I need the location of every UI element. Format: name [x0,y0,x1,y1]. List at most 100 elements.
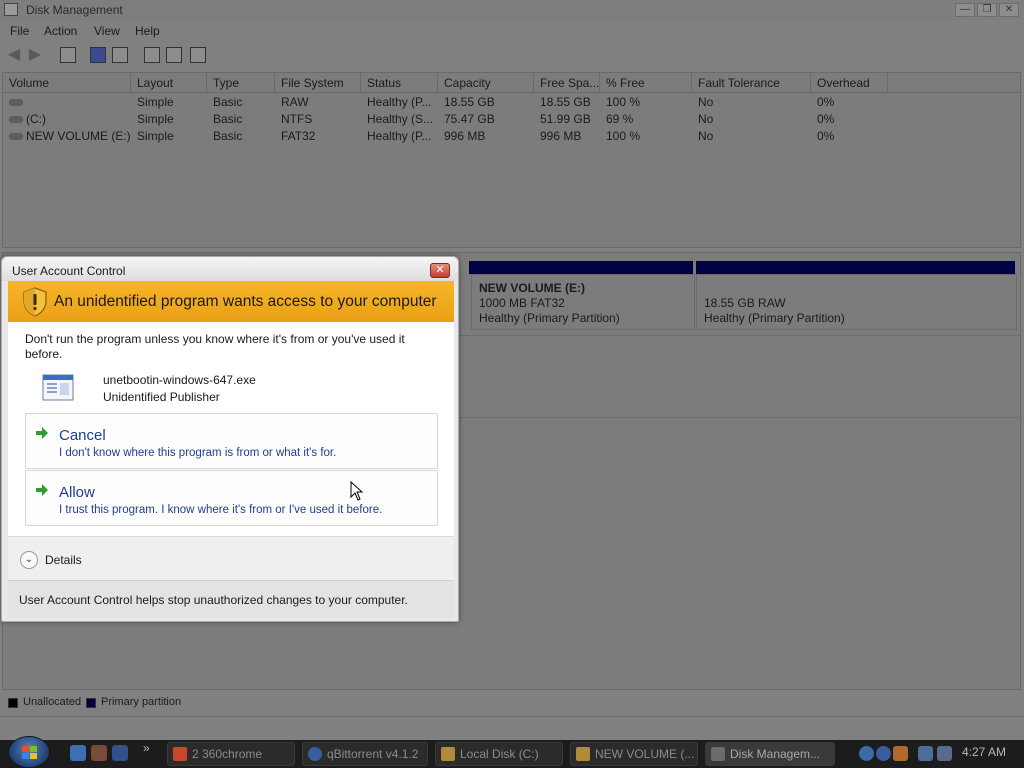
column-header-layout[interactable]: Layout [131,73,207,93]
help-icon[interactable] [90,47,106,63]
partition-new-volume[interactable]: NEW VOLUME (E:) 1000 MB FAT32 Healthy (P… [471,274,695,330]
legend-primary-label: Primary partition [101,696,182,708]
disk-icon[interactable] [190,47,206,63]
partition-raw[interactable]: 18.55 GB RAW Healthy (Primary Partition) [696,274,1017,330]
volume-row[interactable]: Simple Basic RAW Healthy (P... 18.55 GB … [3,94,1020,111]
qbittorrent-icon [308,747,322,761]
volume-disk-icon [9,99,23,107]
primary-partition-swatch [86,698,96,708]
partition-status: Healthy (Primary Partition) [704,311,845,325]
volume-name: NEW VOLUME (E:) [26,129,131,143]
details-toggle[interactable]: Details [45,553,82,567]
layout-cell: Simple [137,95,174,109]
unallocated-swatch [8,698,18,708]
taskbar-button-label: qBittorrent v4.1.2 [327,747,419,761]
capacity-cell: 75.47 GB [444,112,495,126]
layout-cell: Simple [137,129,174,143]
column-header-capacity[interactable]: Capacity [438,73,534,93]
close-window-button[interactable]: ✕ [999,3,1019,17]
console-icon[interactable] [60,47,76,63]
warning-banner: An unidentified program wants access to … [8,281,454,322]
close-icon[interactable]: ✕ [430,263,450,278]
type-cell: Basic [213,95,243,109]
maximize-button[interactable]: ❐ [977,3,997,17]
percent-free-cell: 69 % [606,112,634,126]
uac-footer: User Account Control helps stop unauthor… [8,580,454,618]
free-space-cell: 996 MB [540,129,582,143]
partition-name: NEW VOLUME (E:) [479,281,585,295]
volume-cell [3,94,131,111]
cancel-button[interactable]: Cancel I don't know where this program i… [25,413,438,469]
allow-description: I trust this program. I know where it's … [59,504,383,516]
taskbar-button-label: Disk Managem... [730,747,821,761]
column-header-file-system[interactable]: File System [275,73,361,93]
shield-warning-icon [23,287,47,317]
menu-help[interactable]: Help [135,24,160,38]
capacity-cell: 18.55 GB [444,95,495,109]
percent-free-cell: 100 % [606,95,641,109]
volume-row[interactable]: NEW VOLUME (E:) Simple Basic FAT32 Healt… [3,128,1020,145]
program-icon [42,374,74,401]
cancel-label: Cancel [59,427,106,444]
clock[interactable]: 4:27 AM [962,745,1006,759]
folder-icon [576,747,590,761]
network-icon[interactable] [91,745,107,761]
minimize-button[interactable]: — [955,3,975,17]
file-system-cell: NTFS [281,112,313,126]
console-icon[interactable] [112,47,128,63]
chevron-right-icon[interactable]: » [143,741,150,755]
taskbar-button-new-volume[interactable]: NEW VOLUME (... [570,742,698,766]
footer-text: User Account Control helps stop unauthor… [19,593,408,607]
tray-qbittorrent-icon[interactable] [876,746,891,761]
desktop-icon[interactable] [112,745,128,761]
type-cell: Basic [213,112,243,126]
warning-message: Don't run the program unless you know wh… [25,332,405,361]
allow-label: Allow [59,484,95,501]
menu-action[interactable]: Action [44,24,77,38]
volume-cell: (C:) [3,111,131,128]
fault-tolerance-cell: No [698,95,714,109]
column-header-overhead[interactable]: Overhead [811,73,888,93]
menu-file[interactable]: File [10,24,29,38]
partition-name [704,281,1009,296]
column-header-status[interactable]: Status [361,73,438,93]
column-header-type[interactable]: Type [207,73,275,93]
taskbar-button-qbittorrent[interactable]: qBittorrent v4.1.2 [302,742,428,766]
window-titlebar[interactable]: Disk Management — ❐ ✕ [0,0,1024,20]
tray-app-icon[interactable] [859,746,874,761]
tray-network-icon[interactable] [918,746,933,761]
tray-volume-icon[interactable] [937,746,952,761]
taskbar-button-disk-management[interactable]: Disk Managem... [705,742,835,766]
forward-arrow-icon[interactable]: ▶ [27,47,43,63]
refresh-icon[interactable] [144,47,160,63]
partition-stripe [469,261,693,274]
volume-cell: NEW VOLUME (E:) [3,128,131,145]
mouse-cursor-icon [350,481,364,501]
status-cell: Healthy (S... [367,112,434,126]
properties-icon[interactable] [166,47,182,63]
volume-row[interactable]: (C:) Simple Basic NTFS Healthy (S... 75.… [3,111,1020,128]
back-arrow-icon[interactable]: ◀ [6,47,22,63]
chevron-down-icon[interactable]: ⌄ [20,551,38,569]
column-header-free-space[interactable]: Free Spa... [534,73,600,93]
column-header-percent-free[interactable]: % Free [600,73,692,93]
program-name: unetbootin-windows-647.exe [103,373,256,387]
column-header-fault-tolerance[interactable]: Fault Tolerance [692,73,811,93]
taskbar-button-local-disk[interactable]: Local Disk (C:) [435,742,563,766]
disk-management-app-icon [4,3,18,16]
column-header-volume[interactable]: Volume [3,73,131,93]
dialog-titlebar[interactable]: User Account Control ✕ [2,257,458,281]
layout-cell: Simple [137,112,174,126]
volume-disk-icon [9,116,23,124]
green-arrow-icon [36,484,48,496]
volume-list-header: Volume Layout Type File System Status Ca… [3,73,1020,93]
status-cell: Healthy (P... [367,95,432,109]
uac-dialog: User Account Control ✕ An unidentified p… [1,256,459,622]
tray-security-icon[interactable] [893,746,908,761]
menu-view[interactable]: View [94,24,120,38]
browser-icon[interactable] [70,745,86,761]
allow-button[interactable]: Allow I trust this program. I know where… [25,470,438,526]
start-button[interactable] [8,736,50,768]
taskbar-button-360chrome[interactable]: 2 360chrome [167,742,295,766]
windows-logo-icon [22,746,38,760]
